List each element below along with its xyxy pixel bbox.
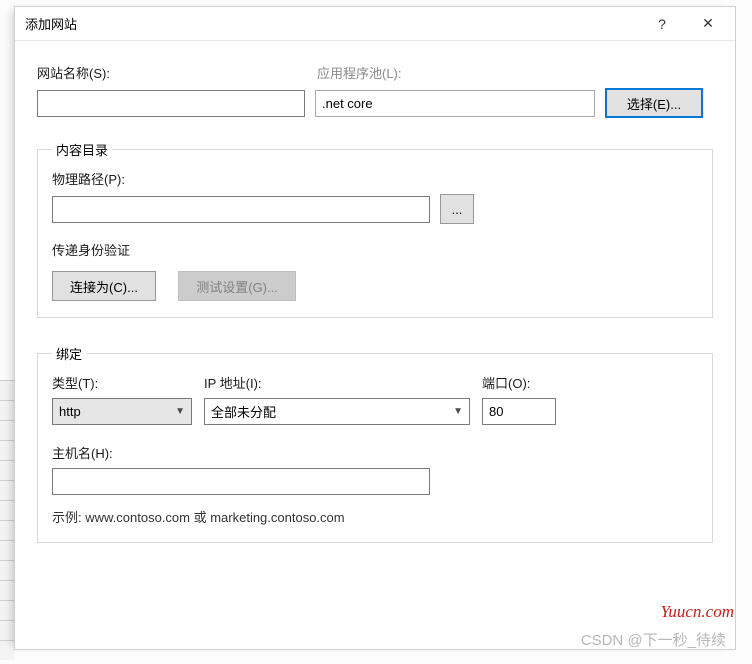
binding-group: 绑定 类型(T): IP 地址(I): 端口(O): http ▼ 全部未分配 …: [37, 344, 713, 543]
top-labels-row: 网站名称(S): 应用程序池(L):: [37, 63, 713, 82]
app-pool-field: .net core: [315, 90, 595, 117]
help-button[interactable]: ?: [639, 8, 685, 40]
type-label: 类型(T):: [52, 373, 204, 392]
top-fields-row: .net core 选择(E)...: [37, 88, 713, 118]
host-input[interactable]: [52, 468, 430, 495]
type-select[interactable]: http ▼: [52, 398, 192, 425]
physical-path-input[interactable]: [52, 196, 430, 223]
titlebar: 添加网站 ? ✕: [15, 7, 735, 41]
passthrough-auth-label: 传递身份验证: [52, 240, 698, 259]
ip-select[interactable]: 全部未分配 ▼: [204, 398, 470, 425]
close-button[interactable]: ✕: [685, 8, 731, 40]
binding-fields-row: http ▼ 全部未分配 ▼: [52, 398, 698, 425]
physical-path-row: ...: [52, 194, 698, 224]
close-icon: ✕: [702, 15, 714, 32]
physical-path-label: 物理路径(P):: [52, 169, 698, 188]
app-pool-label: 应用程序池(L):: [317, 63, 713, 82]
content-directory-group: 内容目录 物理路径(P): ... 传递身份验证 连接为(C)... 测试设置(…: [37, 140, 713, 318]
chevron-down-icon: ▼: [175, 406, 185, 417]
port-label: 端口(O):: [482, 373, 698, 392]
ip-select-value: 全部未分配: [211, 402, 276, 421]
site-name-label: 网站名称(S):: [37, 63, 317, 82]
binding-labels-row: 类型(T): IP 地址(I): 端口(O):: [52, 373, 698, 392]
binding-legend: 绑定: [52, 344, 86, 363]
watermark-yuucn: Yuucn.com: [660, 602, 734, 622]
host-example-text: 示例: www.contoso.com 或 marketing.contoso.…: [52, 507, 698, 526]
window-title: 添加网站: [25, 14, 77, 33]
dialog-body: 网站名称(S): 应用程序池(L): .net core 选择(E)... 内容…: [15, 41, 735, 553]
content-directory-legend: 内容目录: [52, 140, 112, 159]
host-label: 主机名(H):: [52, 443, 698, 462]
background-edge: [0, 380, 14, 660]
help-icon: ?: [658, 16, 666, 32]
browse-button[interactable]: ...: [440, 194, 474, 224]
port-input[interactable]: [482, 398, 556, 425]
select-app-pool-button[interactable]: 选择(E)...: [605, 88, 703, 118]
ip-label: IP 地址(I):: [204, 373, 482, 392]
add-website-dialog: 添加网站 ? ✕ 网站名称(S): 应用程序池(L): .net core 选择…: [14, 6, 736, 650]
connect-as-button[interactable]: 连接为(C)...: [52, 271, 156, 301]
test-settings-button: 测试设置(G)...: [178, 271, 296, 301]
watermark-csdn: CSDN @下一秒_待续: [581, 629, 726, 650]
site-name-input[interactable]: [37, 90, 305, 117]
auth-buttons-row: 连接为(C)... 测试设置(G)...: [52, 271, 698, 301]
chevron-down-icon: ▼: [453, 406, 463, 417]
type-select-value: http: [59, 404, 81, 419]
